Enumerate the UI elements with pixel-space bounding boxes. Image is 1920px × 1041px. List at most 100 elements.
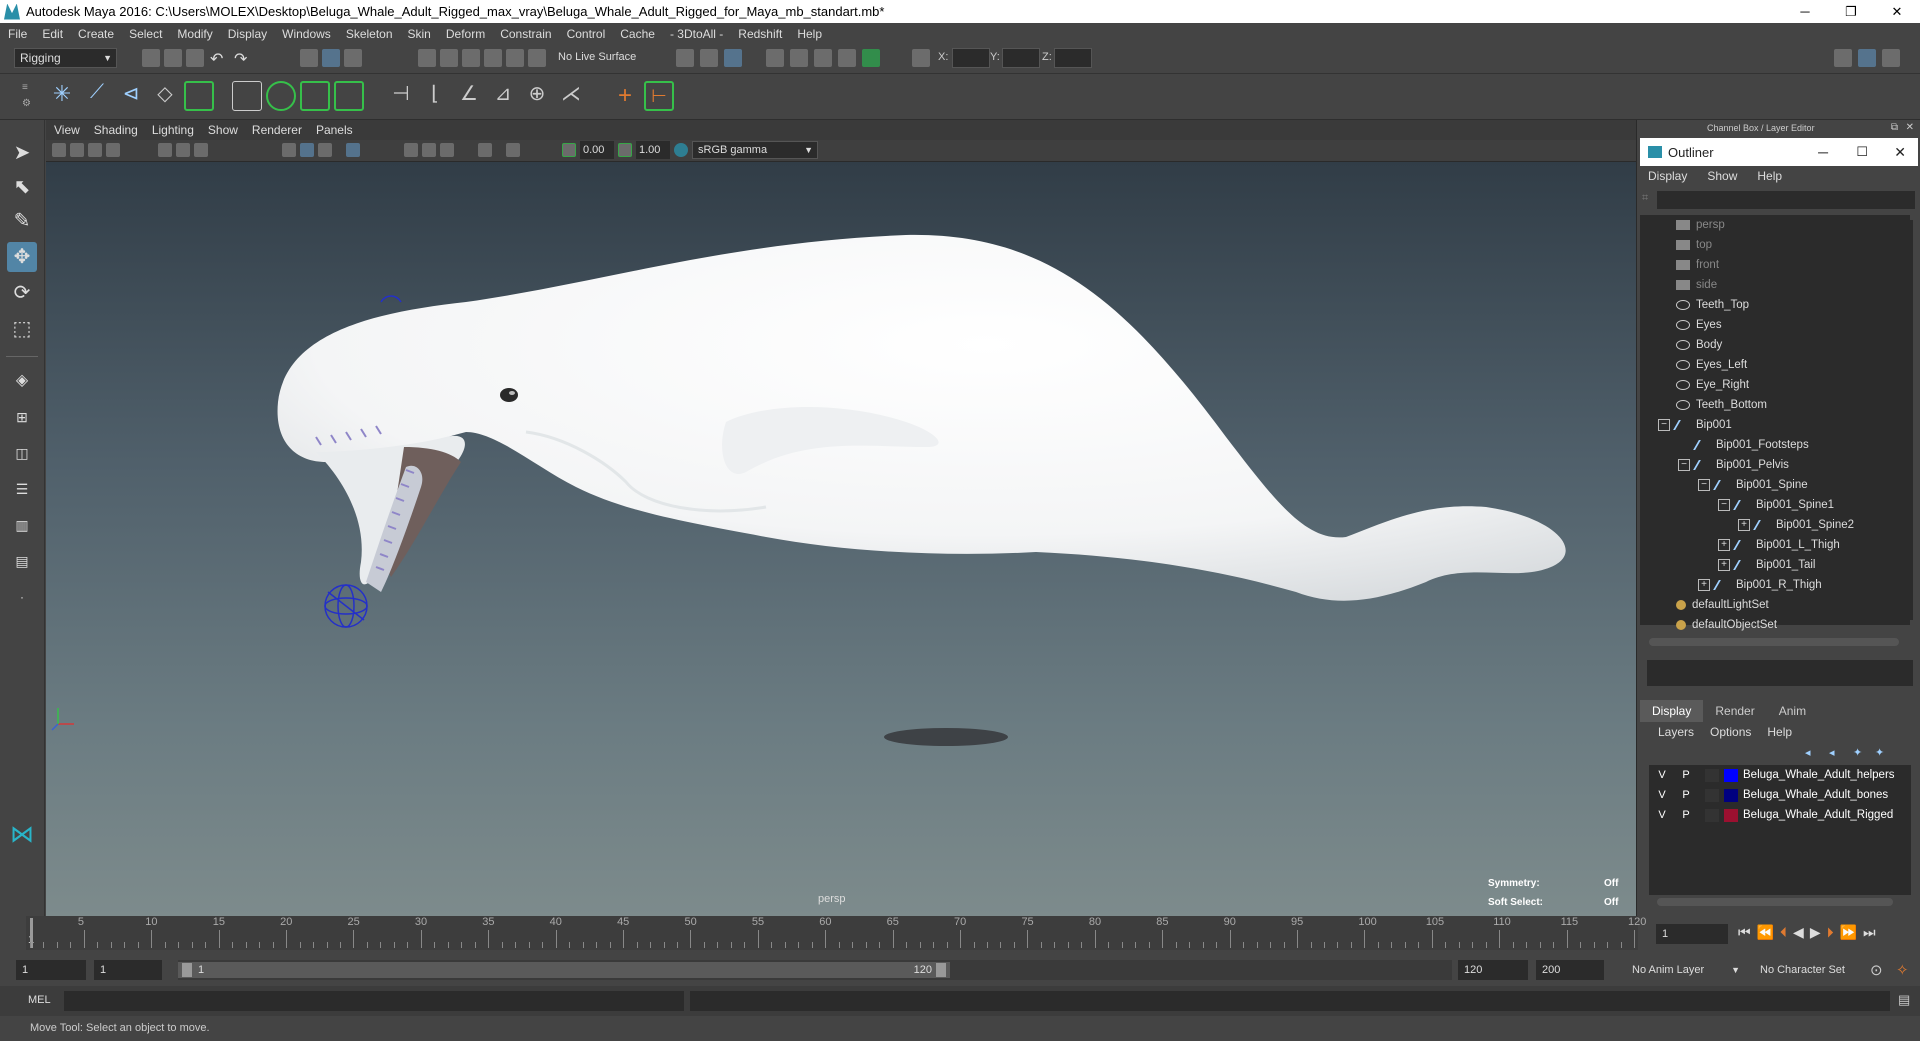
remove-influence-icon[interactable]: ⊢ [644,81,674,111]
color-management-icon[interactable] [674,143,688,157]
graph-persp-icon[interactable]: ▥ [7,510,37,540]
input-ops-icon[interactable] [676,49,694,67]
step-back-frame-icon[interactable]: ⏴ [1780,924,1787,941]
menu-display[interactable]: Display [228,27,267,41]
outliner-menu-help[interactable]: Help [1757,169,1782,183]
snap-grid-icon[interactable] [418,49,436,67]
outliner-item-bip001-footsteps[interactable]: Bip001_Footsteps [1693,435,1809,455]
rig-control-circle[interactable] [324,584,368,628]
select-camera-icon[interactable] [52,143,66,157]
menu-skeleton[interactable]: Skeleton [346,27,393,41]
outliner-item-bip001[interactable]: Bip001 [1673,415,1732,435]
step-forward-frame-icon[interactable]: ⏵ [1827,924,1834,941]
smooth-shade-icon[interactable] [300,143,314,157]
layer-row[interactable]: V P Beluga_Whale_Adult_Rigged [1649,805,1911,825]
panel-menu-lighting[interactable]: Lighting [152,123,194,137]
play-backward-icon[interactable]: ◀ [1793,924,1804,941]
layer-hscrollbar[interactable] [1657,898,1893,906]
tab-display[interactable]: Display [1640,700,1704,722]
tab-anim[interactable]: Anim [1767,700,1818,722]
outliner-menu-display[interactable]: Display [1648,169,1687,183]
menu-file[interactable]: File [8,27,27,41]
outliner-persp-icon[interactable]: ☰ [7,474,37,504]
aim-constraint-icon[interactable]: ⊕ [522,81,552,111]
collapse-icon[interactable]: − [1658,419,1670,431]
add-influence-icon[interactable]: + [610,81,640,111]
close-button[interactable]: ✕ [1874,0,1920,23]
parent-constraint-icon[interactable]: ⊣ [386,81,416,111]
layer-row[interactable]: V P Beluga_Whale_Adult_helpers [1649,765,1911,785]
paint-select-tool-icon[interactable]: ✎ [7,206,37,236]
go-to-end-icon[interactable]: ⏭ [1863,924,1876,941]
layer-color-swatch[interactable] [1724,809,1738,822]
open-scene-icon[interactable] [164,49,182,67]
y-field[interactable] [1002,48,1040,68]
outliner-item-bip001-spine1[interactable]: Bip001_Spine1 [1733,495,1834,515]
orient-constraint-icon[interactable]: ∠ [454,81,484,111]
search-options-icon[interactable]: ⌗ [1642,192,1648,205]
menu-skin[interactable]: Skin [408,27,431,41]
minimize-button[interactable]: ─ [1782,0,1828,23]
joint-tool-icon[interactable]: ✳ [47,81,77,111]
camera-attributes-icon[interactable] [70,143,84,157]
menu-windows[interactable]: Windows [282,27,331,41]
display-type-toggle[interactable] [1705,809,1719,822]
insert-joint-icon[interactable]: ◇ [150,81,180,111]
bind-skin-icon[interactable] [266,81,296,111]
image-plane-icon[interactable] [106,143,120,157]
expand-icon[interactable]: + [1698,579,1710,591]
use-all-lights-icon[interactable] [346,143,360,157]
visibility-toggle[interactable]: V [1655,805,1669,825]
menu-redshift[interactable]: Redshift [738,27,782,41]
playback-toggle[interactable]: P [1679,805,1693,825]
lattice-icon[interactable] [300,81,330,111]
outliner-item-default-light-set[interactable]: defaultLightSet [1676,595,1769,615]
command-input[interactable] [64,991,684,1011]
cluster-icon[interactable] [232,81,262,111]
ik-spline-icon[interactable]: ⊲ [116,81,146,111]
outliner-item-bip001-l-thigh[interactable]: Bip001_L_Thigh [1733,535,1840,555]
panel-menu-shading[interactable]: Shading [94,123,138,137]
outliner-item-eyes-left[interactable]: Eyes_Left [1676,355,1747,375]
command-language-label[interactable]: MEL [28,994,51,1006]
close-icon[interactable]: ✕ [1894,144,1906,161]
outliner-item-side[interactable]: side [1676,275,1717,295]
panel-menu-renderer[interactable]: Renderer [252,123,302,137]
script-editor-icon[interactable]: ▤ [1898,992,1910,1008]
visibility-toggle[interactable]: V [1655,765,1669,785]
range-start-grip[interactable] [182,963,192,977]
wrap-deformer-icon[interactable] [334,81,364,111]
persp-viewport[interactable]: persp Symmetry: Off Soft Select: Off [46,162,1636,916]
minimize-icon[interactable]: ─ [1818,144,1828,160]
rotate-tool-icon[interactable]: ⟳ [7,278,37,308]
isolate-select-icon[interactable] [478,143,492,157]
scale-constraint-icon[interactable]: ⊿ [488,81,518,111]
expand-icon[interactable]: + [1718,539,1730,551]
anim-prefs-icon[interactable]: ✧ [1896,961,1909,979]
play-forward-icon[interactable]: ▶ [1810,924,1821,941]
move-layer-up-icon[interactable]: ◂ [1805,746,1811,759]
pole-vector-icon[interactable]: ⋌ [556,81,586,111]
xray-icon[interactable] [506,143,520,157]
playback-end-field[interactable]: 120 [1458,960,1528,980]
hypershade-icon[interactable] [862,49,880,67]
locator-icon[interactable] [184,81,214,111]
custom-layout-icon[interactable]: · [7,582,37,612]
menu-select[interactable]: Select [129,27,162,41]
menu-3dtoall[interactable]: - 3DtoAll - [670,27,723,41]
expand-icon[interactable]: + [1738,519,1750,531]
scale-tool-icon[interactable]: ⬚ [7,314,37,344]
outliner-search-field[interactable] [1657,191,1915,209]
snap-view-plane-icon[interactable] [506,49,524,67]
new-layer-from-selected-icon[interactable]: ✦ [1875,746,1884,759]
restore-button[interactable]: ❐ [1828,0,1874,23]
layer-row[interactable]: V P Beluga_Whale_Adult_bones [1649,785,1911,805]
undo-icon[interactable]: ↶ [210,49,223,69]
expand-icon[interactable]: + [1718,559,1730,571]
new-empty-layer-icon[interactable]: ✦ [1853,746,1862,759]
collapse-icon[interactable]: − [1698,479,1710,491]
live-surface-label[interactable]: No Live Surface [558,51,636,63]
menu-modify[interactable]: Modify [177,27,212,41]
maximize-icon[interactable]: ☐ [1856,144,1868,160]
exposure-icon[interactable] [562,143,576,157]
